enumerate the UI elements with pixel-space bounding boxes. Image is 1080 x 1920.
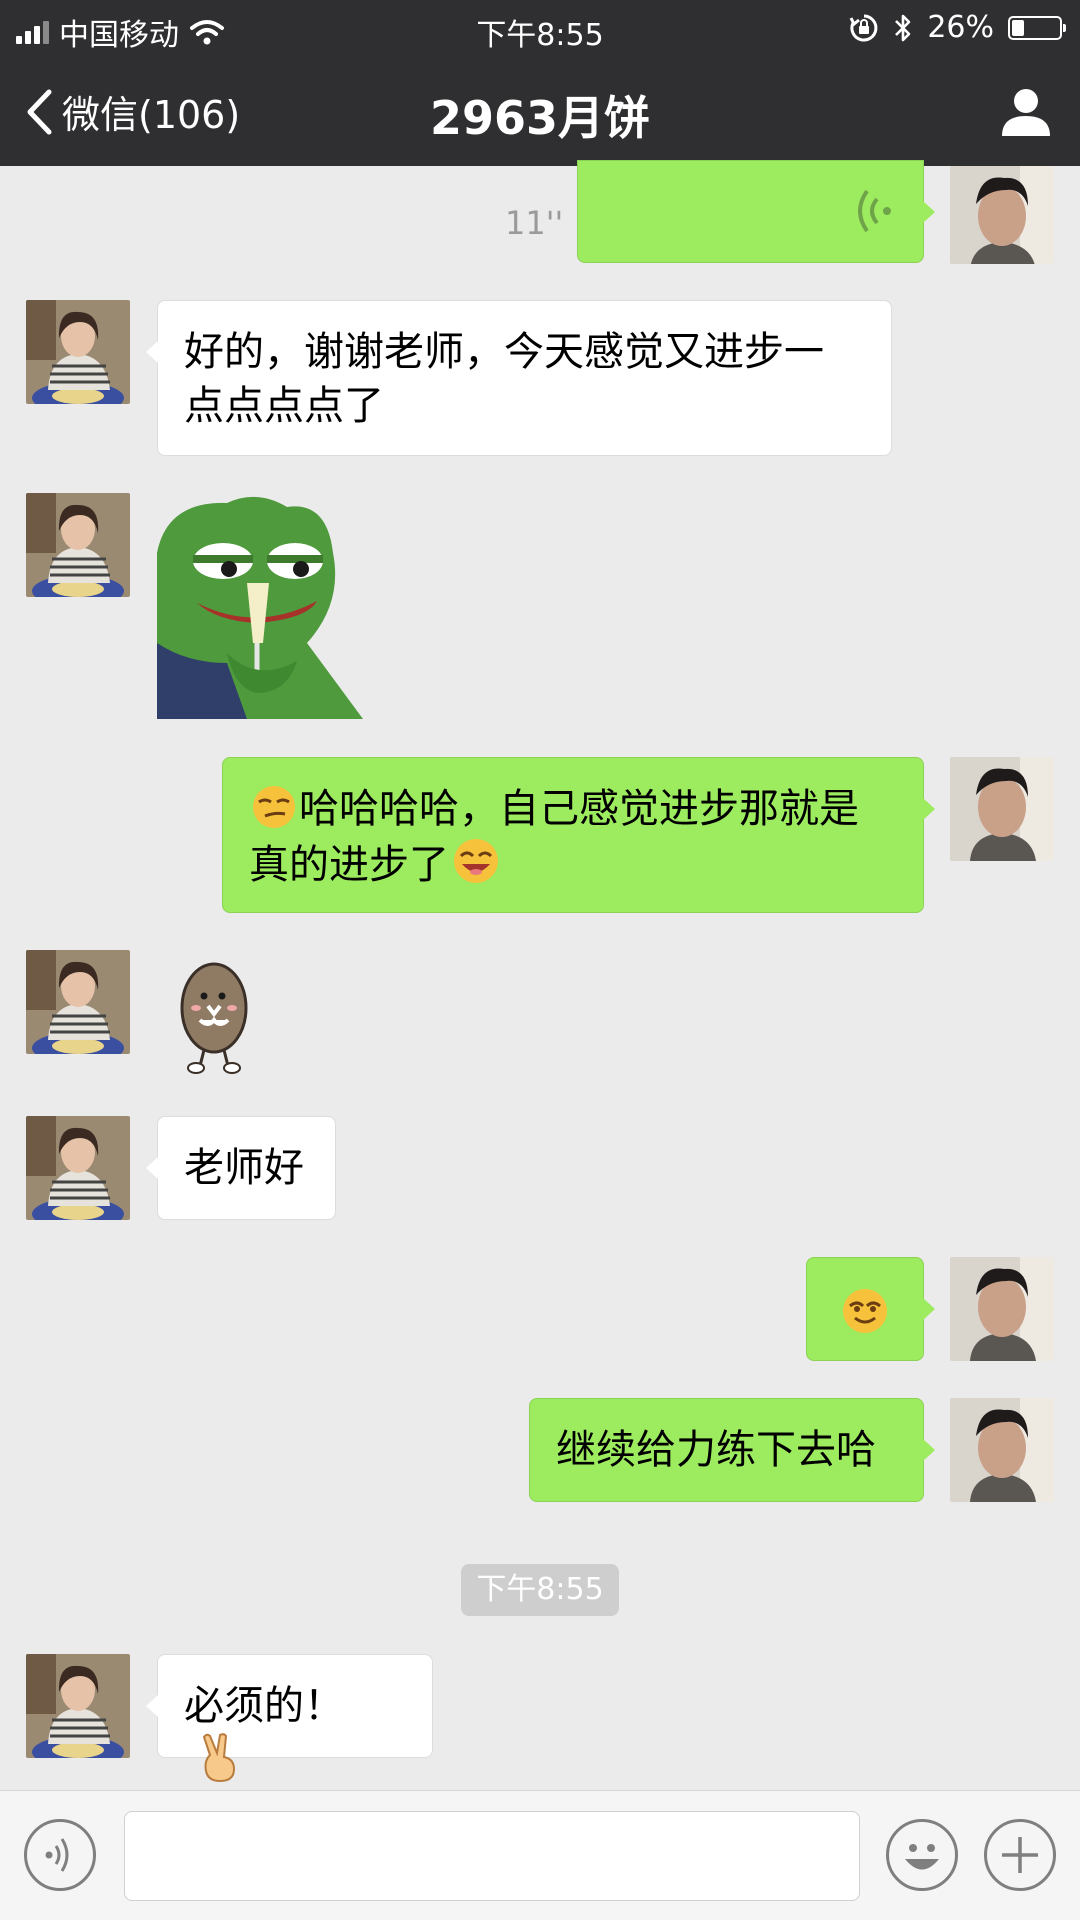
avatar[interactable] xyxy=(950,757,1054,861)
emoji-button[interactable] xyxy=(886,1819,958,1891)
message-text: 老师好 xyxy=(184,1145,304,1191)
bluetooth-icon xyxy=(895,14,911,41)
more-button[interactable] xyxy=(984,1819,1056,1891)
chat-title: 2963月饼 xyxy=(429,91,651,145)
man-avatar-image xyxy=(950,1257,1054,1361)
message-text: 必须的！ xyxy=(184,1683,344,1729)
nav-bar: 微信(106) 2963月饼 xyxy=(0,58,1080,166)
pepe-frog-sticker[interactable] xyxy=(157,493,363,719)
voice-toggle-button[interactable] xyxy=(24,1819,96,1891)
avatar[interactable] xyxy=(26,950,130,1054)
timestamp-divider: 下午8:55 xyxy=(461,1564,619,1616)
plus-icon xyxy=(1002,1837,1038,1873)
woman-avatar-image xyxy=(26,1654,130,1758)
avatar[interactable] xyxy=(950,166,1054,264)
man-avatar-image xyxy=(950,1398,1054,1502)
message-text: 继续给力练下去哈 xyxy=(556,1427,876,1473)
woman-avatar-image xyxy=(26,493,130,597)
input-bar xyxy=(0,1790,1080,1920)
smile-emoji xyxy=(843,1289,887,1333)
grin-emoji xyxy=(454,839,498,883)
message-text-line: 哈哈哈哈，自己感觉进步那就是 xyxy=(249,782,897,836)
sent-message-bubble[interactable]: 继续给力练下去哈 xyxy=(529,1398,935,1502)
status-bar: 中国移动 下午8:55 26% xyxy=(0,0,1080,58)
message-text-line: 真的进步了 xyxy=(249,836,897,892)
person-icon[interactable] xyxy=(998,84,1054,140)
sent-message-bubble[interactable] xyxy=(806,1257,935,1361)
avatar[interactable] xyxy=(26,1116,130,1220)
avatar[interactable] xyxy=(950,1257,1054,1361)
received-message-bubble[interactable]: 必须的！ xyxy=(146,1654,433,1783)
avatar[interactable] xyxy=(26,493,130,597)
woman-avatar-image xyxy=(26,950,130,1054)
rotation-lock-icon xyxy=(849,14,878,41)
sent-message-bubble[interactable]: 哈哈哈哈，自己感觉进步那就是 真的进步了 xyxy=(222,757,935,913)
voice-icon xyxy=(45,1838,69,1872)
avatar[interactable] xyxy=(950,1398,1054,1502)
voice-duration: 11'' xyxy=(505,204,564,242)
message-text-line: 点点点点了 xyxy=(184,383,384,429)
avatar[interactable] xyxy=(26,300,130,404)
received-message-bubble[interactable]: 老师好 xyxy=(146,1116,336,1220)
voice-message-bubble[interactable] xyxy=(577,160,935,263)
battery-percent: 26% xyxy=(927,10,994,45)
woman-avatar-image xyxy=(26,300,130,404)
message-input[interactable] xyxy=(124,1811,860,1901)
voice-wave-icon xyxy=(858,189,891,233)
woman-avatar-image xyxy=(26,1116,130,1220)
smiley-icon xyxy=(905,1844,939,1870)
smirk-emoji xyxy=(253,786,295,828)
man-avatar-image xyxy=(950,166,1054,264)
potato-sticker[interactable] xyxy=(178,958,254,1074)
man-avatar-image xyxy=(950,757,1054,861)
victory-hand-emoji xyxy=(202,1733,236,1783)
battery-icon xyxy=(1008,15,1066,40)
avatar[interactable] xyxy=(26,1654,130,1758)
received-message-bubble[interactable]: 好的，谢谢老师，今天感觉又进步一 点点点点了 xyxy=(146,300,892,456)
message-text-line: 好的，谢谢老师，今天感觉又进步一 xyxy=(184,329,824,375)
